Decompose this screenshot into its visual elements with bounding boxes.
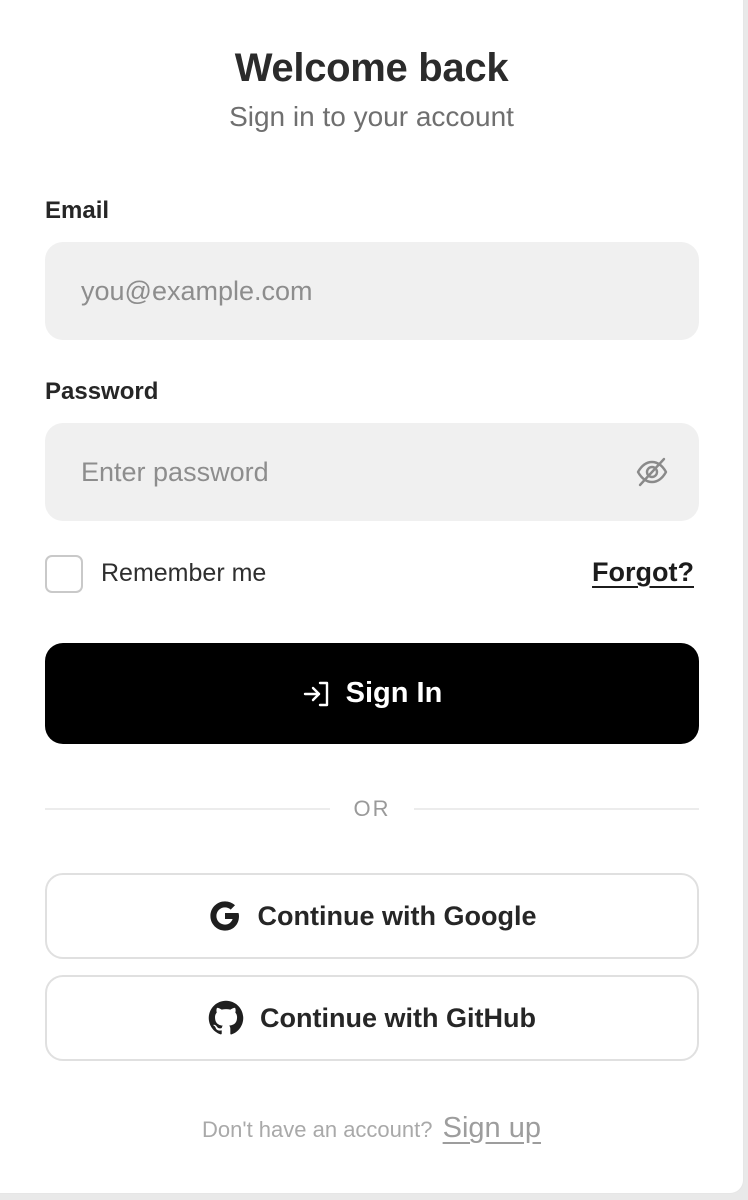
remember-me-label[interactable]: Remember me	[101, 559, 266, 588]
remember-me-checkbox[interactable]	[45, 555, 83, 593]
password-field-container	[45, 423, 699, 521]
eye-off-icon[interactable]	[635, 455, 669, 489]
continue-with-google-button[interactable]: Continue with Google	[45, 873, 699, 959]
divider-label: OR	[353, 796, 391, 821]
email-field-container	[45, 242, 699, 340]
password-input[interactable]	[45, 423, 699, 521]
google-icon	[209, 901, 239, 931]
login-card: Welcome back Sign in to your account Ema…	[0, 0, 744, 1194]
sign-up-link[interactable]: Sign up	[443, 1112, 541, 1144]
continue-with-github-button[interactable]: Continue with GitHub	[45, 975, 699, 1061]
login-icon	[303, 681, 328, 706]
divider-line-left	[45, 808, 330, 810]
email-label: Email	[45, 197, 110, 224]
email-input[interactable]	[45, 242, 699, 340]
signup-prompt: Don't have an account?	[202, 1117, 433, 1142]
page-subtitle: Sign in to your account	[229, 101, 514, 132]
page-title: Welcome back	[234, 46, 509, 90]
sign-in-button[interactable]: Sign In	[45, 643, 699, 744]
google-button-label: Continue with Google	[257, 900, 537, 931]
divider-line-right	[414, 808, 699, 810]
signup-footer: Don't have an account? Sign up	[0, 1112, 743, 1145]
forgot-password-link[interactable]: Forgot?	[592, 557, 694, 588]
password-label: Password	[45, 378, 159, 405]
github-button-label: Continue with GitHub	[260, 1002, 536, 1033]
sign-in-button-label: Sign In	[345, 677, 443, 709]
github-icon	[208, 1000, 244, 1035]
